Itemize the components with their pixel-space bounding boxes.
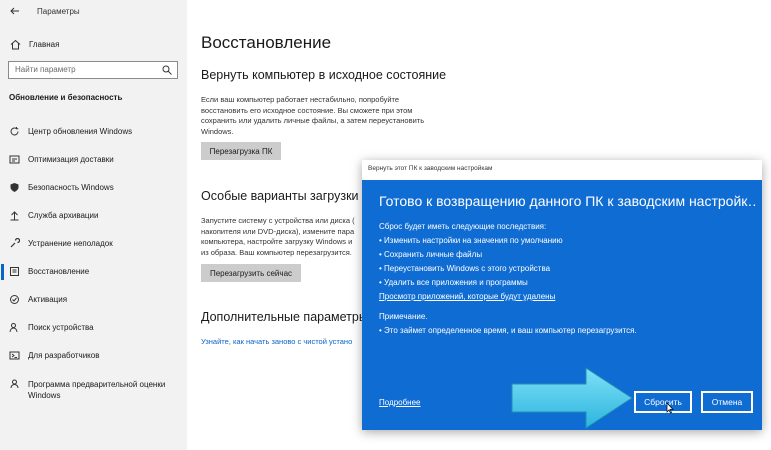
consequences-intro: Сброс будет иметь следующие последствия: bbox=[379, 222, 547, 231]
advanced-description-line: компьютера, настройте загрузку Windows и bbox=[201, 237, 353, 246]
backup-icon bbox=[10, 211, 19, 221]
page-title: Восстановление bbox=[201, 33, 332, 52]
advanced-startup-heading: Особые варианты загрузки bbox=[201, 189, 359, 203]
reset-description-line: Если ваш компьютер работает нестабильно,… bbox=[201, 95, 400, 104]
refresh-icon bbox=[10, 127, 19, 136]
sidebar-item-label: Служба архивации bbox=[28, 211, 99, 220]
cancel-button[interactable]: Отмена bbox=[701, 391, 753, 413]
note-title: Примечание. bbox=[379, 312, 428, 321]
sidebar-item-label: Центр обновления Windows bbox=[28, 127, 133, 136]
sidebar-item-windows-update[interactable]: Центр обновления Windows bbox=[0, 124, 187, 152]
sidebar-item-recovery[interactable]: Восстановление bbox=[0, 264, 187, 292]
advanced-description-line: накопителя или DVD-диска), измените пара bbox=[201, 226, 355, 236]
back-arrow-icon[interactable] bbox=[9, 5, 21, 17]
view-removed-apps-link[interactable]: Просмотр приложений, которые будут удале… bbox=[379, 292, 555, 301]
delivery-icon bbox=[9, 155, 20, 164]
reset-button[interactable]: Сбросить bbox=[634, 391, 692, 413]
reset-heading: Вернуть компьютер в исходное состояние bbox=[201, 68, 447, 82]
sidebar: Параметры Главная Найти параметр Обновле… bbox=[0, 0, 187, 450]
wrench-icon bbox=[10, 238, 20, 248]
advanced-description-line: Запустите систему с устройства или диска… bbox=[201, 216, 355, 225]
learn-more-link[interactable]: Подробнее bbox=[379, 398, 421, 407]
developer-icon bbox=[9, 351, 20, 360]
search-placeholder: Найти параметр bbox=[15, 65, 76, 74]
advanced-description-line: из образа. Ваш компьютер перезагрузится. bbox=[201, 247, 352, 257]
sidebar-item-windows-security[interactable]: Безопасность Windows bbox=[0, 180, 187, 208]
sidebar-item-label: Активация bbox=[28, 295, 68, 304]
sidebar-item-label: Программа предварительной оценки Windows bbox=[28, 380, 166, 400]
consequence-item: • Сохранить личные файлы bbox=[379, 250, 483, 259]
sidebar-item-find-device[interactable]: Поиск устройства bbox=[0, 320, 187, 348]
reset-description: Если ваш компьютер работает нестабильно,… bbox=[201, 95, 424, 137]
window-title: Параметры bbox=[37, 7, 80, 16]
person-location-icon bbox=[9, 323, 18, 333]
consequence-item: • Переустановить Windows с этого устройс… bbox=[379, 264, 551, 273]
sidebar-item-troubleshoot[interactable]: Устранение неполадок bbox=[0, 236, 187, 264]
reset-description-line: сохранить или удалить личные файлы, а за… bbox=[201, 116, 425, 125]
search-input[interactable]: Найти параметр bbox=[8, 61, 178, 79]
insider-icon bbox=[10, 379, 19, 389]
fresh-start-link[interactable]: Узнайте, как начать заново с чистой уста… bbox=[201, 337, 352, 346]
dialog-heading: Готово к возвращению данного ПК к заводс… bbox=[379, 193, 757, 209]
home-icon bbox=[9, 38, 21, 50]
sidebar-item-label: Оптимизация доставки bbox=[28, 155, 114, 164]
shield-icon bbox=[10, 183, 19, 192]
highlight-arrow-icon bbox=[511, 367, 633, 429]
search-icon bbox=[162, 65, 172, 75]
section-title: Обновление и безопасность bbox=[9, 93, 123, 102]
sidebar-item-label: Устранение неполадок bbox=[28, 239, 113, 248]
nav-home[interactable]: Главная bbox=[9, 37, 59, 51]
sidebar-item-backup[interactable]: Служба архивации bbox=[0, 208, 187, 236]
advanced-startup-description: Запустите систему с устройства или диска… bbox=[201, 216, 355, 258]
consequence-item: • Удалить все приложения и программы bbox=[379, 278, 528, 287]
consequence-item: • Изменить настройки на значения по умол… bbox=[379, 236, 563, 245]
sidebar-item-activation[interactable]: Активация bbox=[0, 292, 187, 320]
more-options-heading: Дополнительные параметры в bbox=[201, 310, 378, 324]
mouse-cursor-icon bbox=[666, 402, 674, 414]
reset-pc-button[interactable]: Перезагрузка ПК bbox=[201, 142, 281, 160]
dialog-titlebar: Вернуть этот ПК к заводским настройкам bbox=[362, 160, 762, 180]
sidebar-item-developers[interactable]: Для разработчиков bbox=[0, 348, 187, 376]
nav-list: Центр обновления Windows Оптимизация дос… bbox=[0, 124, 187, 412]
recovery-icon bbox=[10, 267, 19, 276]
restart-now-button[interactable]: Перезагрузить сейчас bbox=[201, 264, 301, 282]
reset-description-line: Windows. bbox=[201, 126, 234, 136]
note-text: • Это займет определенное время, и ваш к… bbox=[379, 326, 637, 335]
sidebar-item-label: Поиск устройства bbox=[28, 323, 94, 332]
reset-description-line: восстановить его исходное состояние. Вы … bbox=[201, 105, 413, 115]
check-circle-icon bbox=[10, 295, 19, 304]
sidebar-item-delivery-optimization[interactable]: Оптимизация доставки bbox=[0, 152, 187, 180]
sidebar-item-label: Для разработчиков bbox=[28, 351, 100, 360]
nav-home-label: Главная bbox=[29, 39, 60, 49]
sidebar-item-insider[interactable]: Программа предварительной оценки Windows bbox=[0, 376, 187, 412]
sidebar-item-label: Безопасность Windows bbox=[28, 183, 114, 192]
sidebar-item-label: Восстановление bbox=[28, 267, 90, 276]
